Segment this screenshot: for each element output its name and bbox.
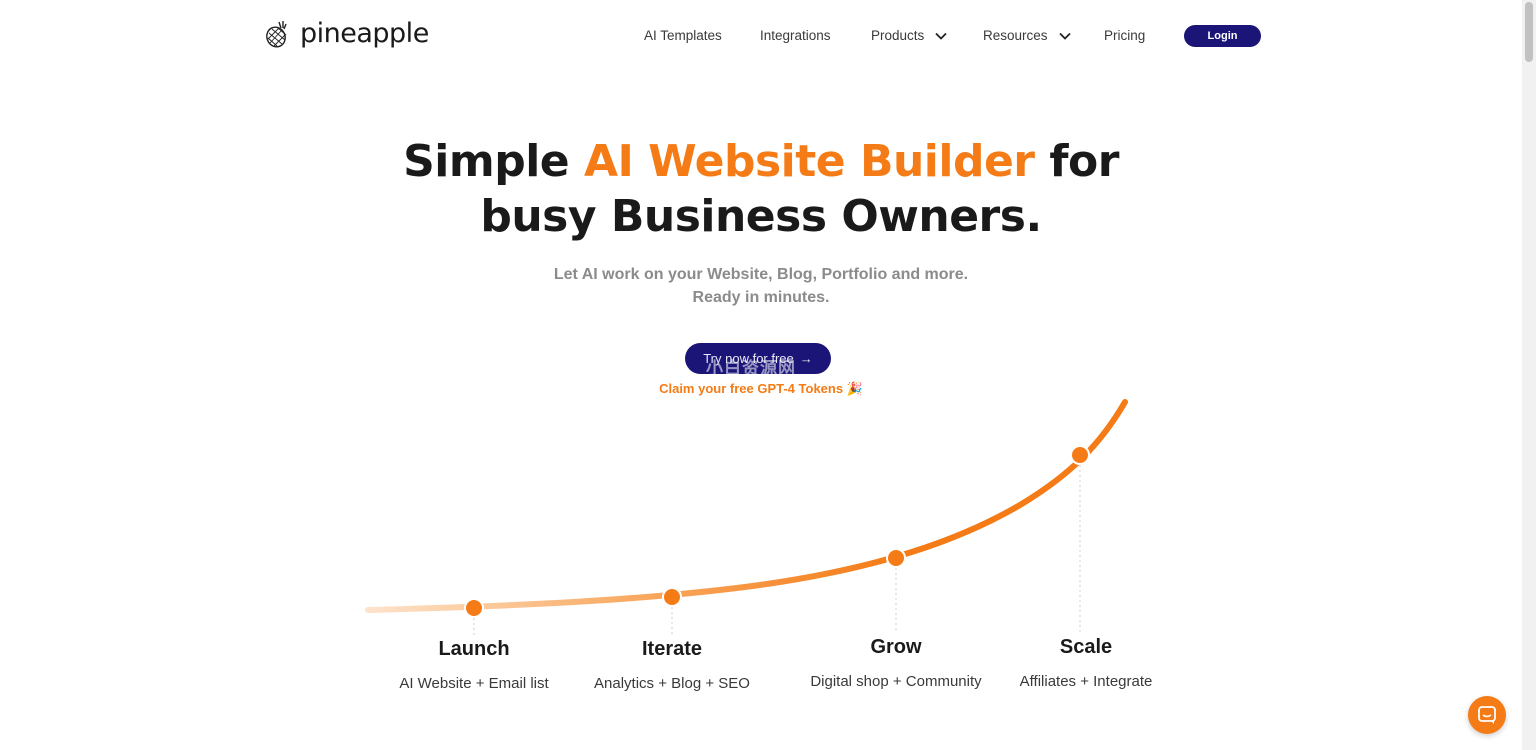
- stage-dot-launch: [464, 598, 484, 618]
- hero-title-accent: AI Website Builder: [583, 136, 1035, 187]
- chevron-down-icon: [935, 32, 947, 40]
- brand-name: pineapple: [300, 18, 429, 49]
- stage-title: Scale: [1059, 636, 1113, 658]
- chat-launcher-button[interactable]: [1468, 696, 1506, 734]
- hero-title-line-1: Simple AI Website Builder for: [0, 134, 1522, 189]
- growth-curve-line: [365, 399, 1128, 613]
- claim-tokens-link[interactable]: Claim your free GPT-4 Tokens 🎉: [0, 381, 1522, 397]
- nav-item-label: Pricing: [1104, 28, 1146, 43]
- claim-tokens-text: Claim your free GPT-4 Tokens: [659, 381, 844, 396]
- try-now-button[interactable]: Try now for free →: [685, 343, 831, 374]
- nav-item-products[interactable]: Products: [871, 28, 948, 43]
- stage-title: Iterate: [641, 638, 703, 660]
- stage-dot-iterate: [662, 587, 682, 607]
- hero-subtitle-line-2: Ready in minutes.: [692, 289, 830, 306]
- hero-subtitle-line-1: Let AI work on your Website, Blog, Portf…: [553, 266, 969, 283]
- nav-item-label: AI Templates: [644, 28, 722, 43]
- nav-item-ai-templates[interactable]: AI Templates: [644, 28, 722, 43]
- login-button[interactable]: Login: [1184, 25, 1261, 47]
- brand-logo[interactable]: pineapple: [262, 18, 429, 49]
- nav-item-pricing[interactable]: Pricing: [1104, 28, 1145, 43]
- nav-item-label: Resources: [983, 28, 1048, 43]
- page-scrollbar[interactable]: [1522, 0, 1536, 750]
- hero-title-start: Simple: [403, 136, 584, 187]
- try-now-label: Try now for free: [703, 351, 794, 366]
- arrow-right-icon: →: [799, 351, 813, 366]
- stage-description: Affiliates + Integrate: [1019, 673, 1153, 690]
- stage-dot-grow: [886, 548, 906, 568]
- chat-icon: [1478, 706, 1496, 724]
- pineapple-icon: [266, 20, 287, 48]
- nav-item-label: Integrations: [760, 28, 831, 43]
- top-navigation: pineapple AI Templates Integrations Prod…: [0, 0, 1522, 72]
- nav-item-label: Products: [871, 28, 925, 43]
- stage-description: Analytics + Blog + SEO: [594, 675, 750, 692]
- stage-iterate: Iterate Analytics + Blog + SEO: [552, 638, 792, 692]
- chevron-down-icon: [1058, 32, 1071, 40]
- nav-item-integrations[interactable]: Integrations: [760, 28, 831, 43]
- hero-title-line-2: busy Business Owners.: [480, 191, 1042, 242]
- stage-dot-scale: [1070, 445, 1090, 465]
- nav-item-resources[interactable]: Resources: [983, 28, 1072, 43]
- hero-title-end: for: [1034, 136, 1119, 187]
- scrollbar-thumb[interactable]: [1525, 2, 1533, 62]
- party-popper-icon: 🎉: [846, 381, 863, 396]
- stage-scale: Scale Affiliates + Integrate: [966, 636, 1206, 690]
